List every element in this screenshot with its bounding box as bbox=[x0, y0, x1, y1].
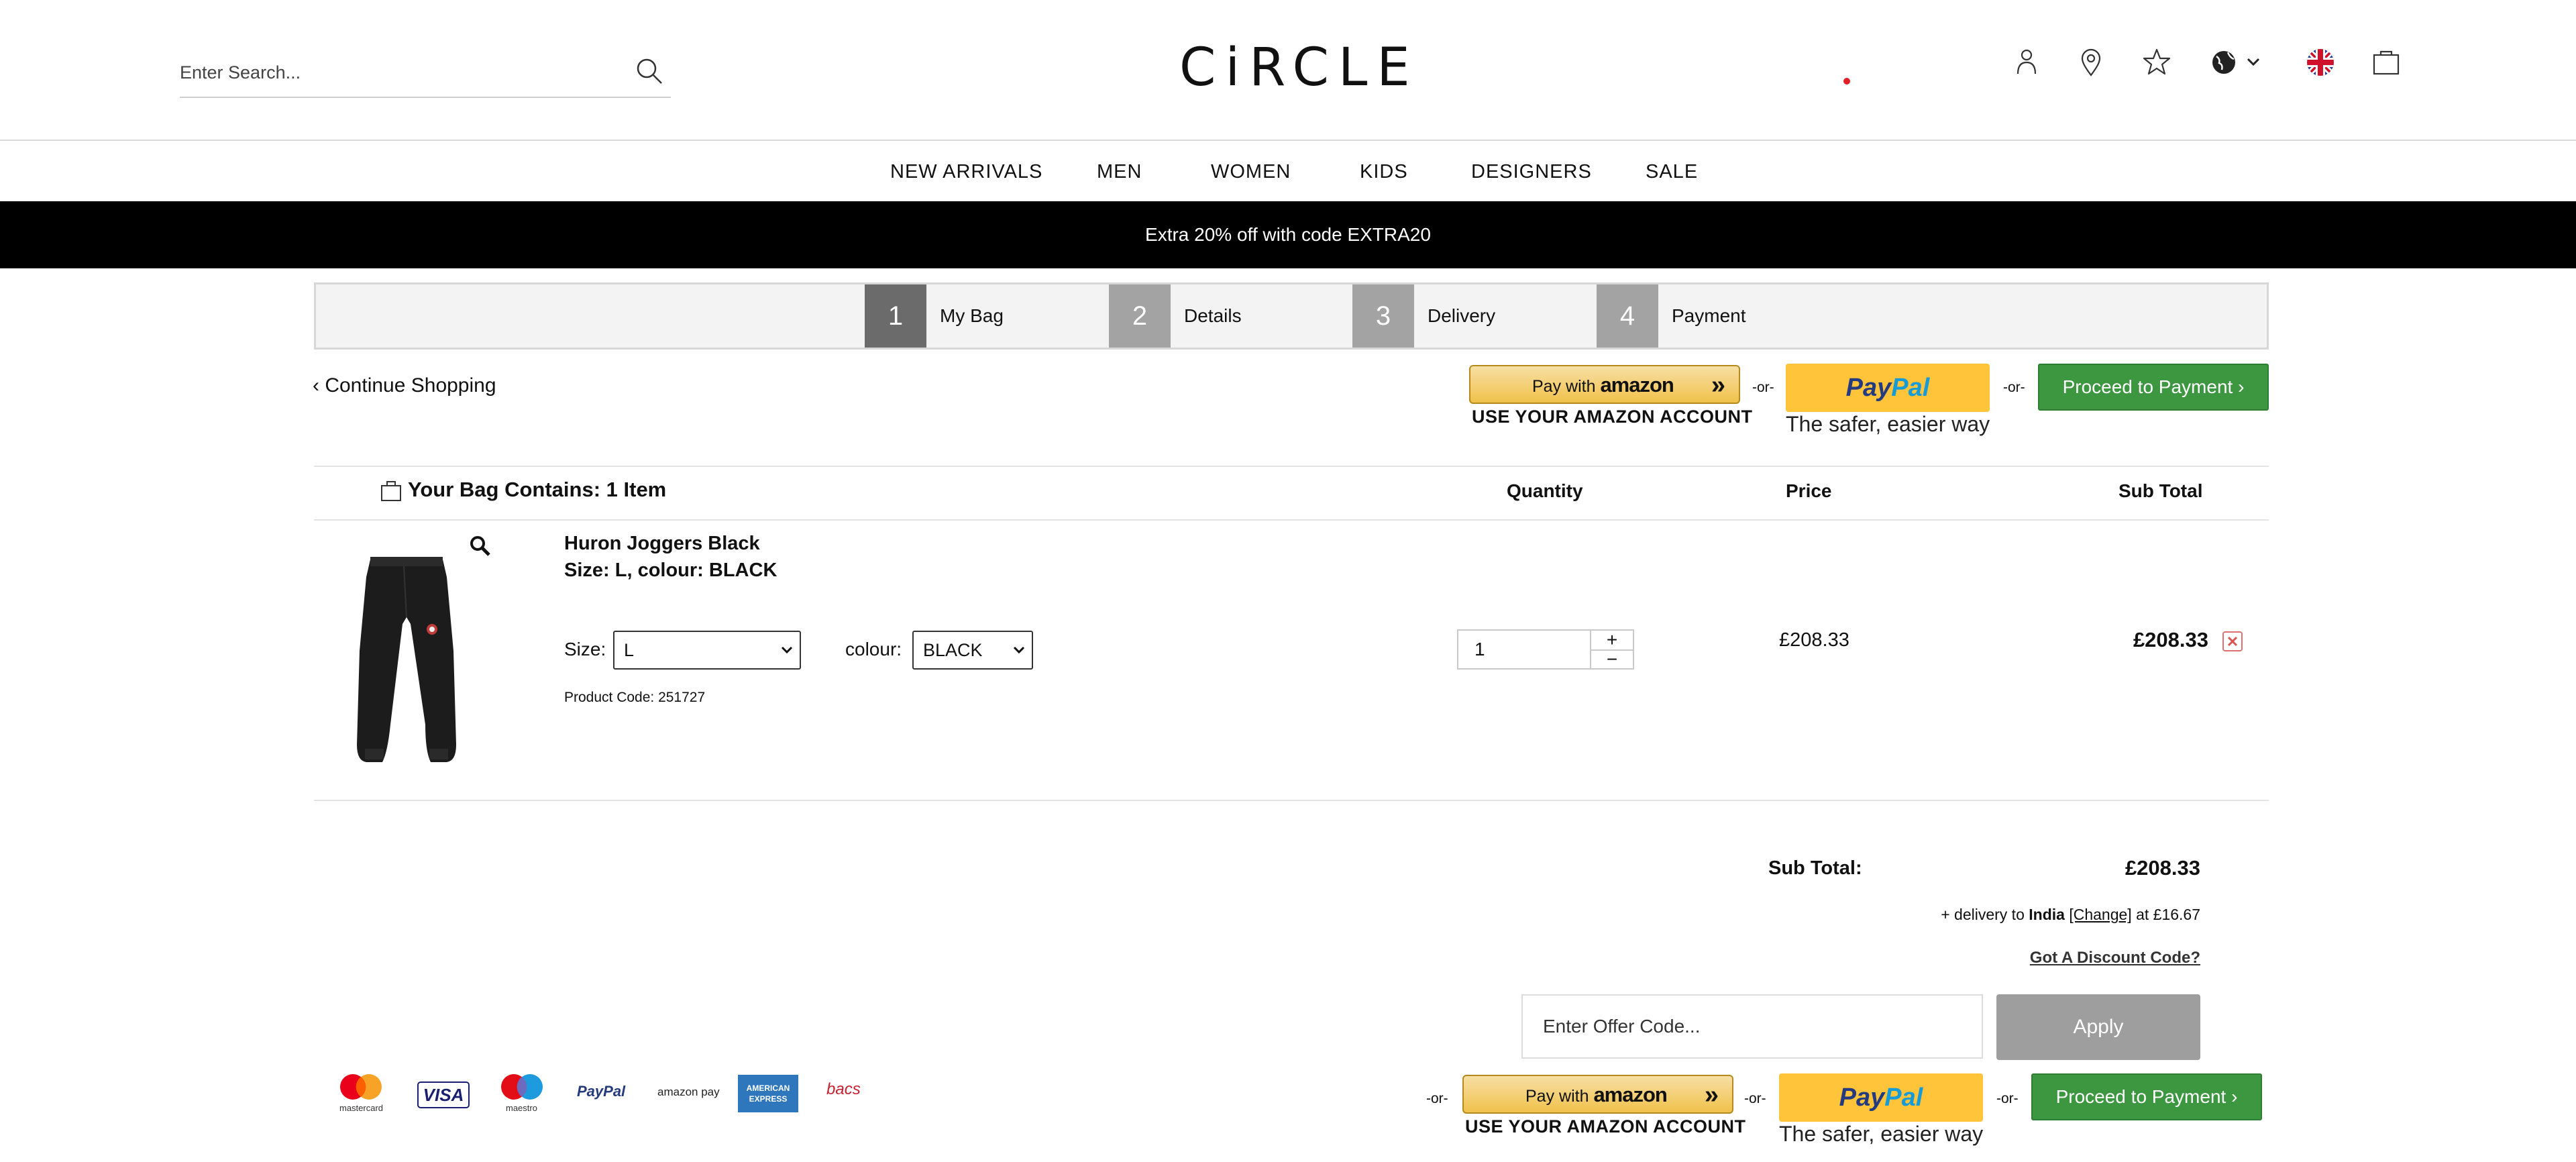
step-number: 2 bbox=[1109, 284, 1171, 348]
chevron-down-icon bbox=[1013, 646, 1025, 654]
subtotal-value: £208.33 bbox=[2125, 856, 2200, 880]
delivery-country: India bbox=[2029, 906, 2065, 923]
amazon-pay-button-top[interactable]: Pay with amazon » bbox=[1469, 365, 1740, 404]
chevron-down-icon bbox=[781, 646, 793, 654]
paypal-caption-bottom: The safer, easier way bbox=[1779, 1122, 1984, 1146]
amazon-pay-logo: amazon pay bbox=[657, 1086, 720, 1098]
or-separator: -or- bbox=[1426, 1091, 1448, 1106]
double-chevron-icon: » bbox=[1711, 371, 1725, 399]
column-subtotal: Sub Total bbox=[2118, 480, 2203, 501]
amex-text-2: EXPRESS bbox=[749, 1094, 788, 1104]
size-select[interactable]: L bbox=[613, 631, 801, 670]
product-code: Product Code: 251727 bbox=[564, 690, 706, 705]
column-price: Price bbox=[1786, 480, 1832, 501]
apply-button[interactable]: Apply bbox=[1996, 994, 2200, 1060]
remove-item-icon[interactable] bbox=[2222, 631, 2243, 652]
site-logo[interactable]: CiRCLE bbox=[1179, 38, 1410, 98]
amazon-caption-top: USE YOUR AMAZON ACCOUNT bbox=[1472, 407, 1753, 427]
nav-designers[interactable]: DESIGNERS bbox=[1471, 157, 1592, 187]
delivery-info: + delivery to India [Change] at £16.67 bbox=[1941, 906, 2200, 924]
bag-icon bbox=[381, 481, 401, 501]
subtotal-label: Sub Total: bbox=[1768, 857, 1862, 879]
size-label: Size: bbox=[564, 639, 606, 659]
store-locator-icon[interactable] bbox=[2073, 44, 2109, 81]
search-icon[interactable] bbox=[633, 55, 665, 87]
step-number: 4 bbox=[1597, 284, 1658, 348]
or-separator: -or- bbox=[2003, 380, 2025, 395]
item-subtotal: £208.33 bbox=[2133, 628, 2208, 651]
step-label: Details bbox=[1184, 305, 1242, 326]
paypal-logo: PayPal bbox=[577, 1083, 626, 1100]
nav-sale[interactable]: SALE bbox=[1646, 157, 1698, 187]
bag-icon[interactable] bbox=[2368, 44, 2404, 81]
amazon-pay-label: Pay with amazon bbox=[1525, 1083, 1668, 1106]
product-image[interactable] bbox=[346, 550, 467, 772]
divider bbox=[314, 466, 2269, 467]
change-delivery-link[interactable]: [Change] bbox=[2069, 906, 2131, 923]
nav-men[interactable]: MEN bbox=[1097, 157, 1142, 187]
zoom-icon[interactable] bbox=[468, 534, 491, 557]
colour-label: colour: bbox=[845, 639, 902, 659]
step-label: Payment bbox=[1672, 305, 1746, 326]
discount-code-link[interactable]: Got A Discount Code? bbox=[2030, 949, 2200, 967]
quantity-increase-button[interactable]: + bbox=[1591, 631, 1633, 649]
region-selector[interactable] bbox=[2206, 44, 2266, 81]
delivery-prefix: + delivery to bbox=[1941, 906, 2025, 923]
paypal-button-bottom[interactable]: PayPal bbox=[1779, 1073, 1983, 1122]
nav-kids[interactable]: KIDS bbox=[1360, 157, 1408, 187]
nav-women[interactable]: WOMEN bbox=[1211, 157, 1291, 187]
amazon-pay-button-bottom[interactable]: Pay with amazon » bbox=[1462, 1075, 1733, 1114]
product-variant: Size: L, colour: BLACK bbox=[564, 560, 777, 581]
step-label: Delivery bbox=[1428, 305, 1496, 326]
size-select-value: L bbox=[624, 640, 635, 660]
quantity-decrease-button[interactable]: − bbox=[1591, 650, 1633, 669]
item-price: £208.33 bbox=[1779, 629, 1849, 651]
offer-code-input[interactable] bbox=[1521, 994, 1983, 1059]
or-separator: -or- bbox=[1744, 1091, 1766, 1106]
quantity-stepper: 1 + − bbox=[1457, 629, 1634, 670]
column-quantity: Quantity bbox=[1507, 480, 1583, 501]
search-bar bbox=[180, 48, 671, 98]
globe-icon bbox=[2212, 51, 2235, 74]
proceed-to-payment-button-bottom[interactable]: Proceed to Payment › bbox=[2031, 1073, 2262, 1120]
paypal-caption-top: The safer, easier way bbox=[1786, 412, 1990, 436]
step-number: 3 bbox=[1352, 284, 1414, 348]
maestro-text: maestro bbox=[506, 1103, 537, 1113]
continue-shopping-link[interactable]: ‹ Continue Shopping bbox=[313, 374, 496, 397]
divider bbox=[314, 800, 2269, 801]
step-label: My Bag bbox=[940, 305, 1004, 326]
or-separator: -or- bbox=[1996, 1091, 2019, 1106]
double-chevron-icon: » bbox=[1704, 1081, 1719, 1109]
notification-dot bbox=[1843, 78, 1850, 85]
step-number: 1 bbox=[865, 284, 926, 348]
account-icon[interactable] bbox=[2008, 44, 2045, 81]
amex-text-1: AMERICAN bbox=[746, 1084, 790, 1093]
site-header: CiRCLE bbox=[0, 0, 2576, 141]
or-separator: -or- bbox=[1752, 380, 1774, 395]
main-nav: NEW ARRIVALS MEN WOMEN KIDS DESIGNERS SA… bbox=[0, 142, 2576, 201]
colour-select-value: BLACK bbox=[923, 640, 983, 660]
delivery-cost: at £16.67 bbox=[2136, 906, 2200, 923]
product-name[interactable]: Huron Joggers Black bbox=[564, 533, 760, 555]
amazon-caption-bottom: USE YOUR AMAZON ACCOUNT bbox=[1465, 1116, 1746, 1137]
bag-heading: Your Bag Contains: 1 Item bbox=[408, 478, 667, 501]
quantity-input[interactable]: 1 bbox=[1474, 631, 1485, 668]
wishlist-icon[interactable] bbox=[2139, 44, 2175, 81]
amex-logo: AMERICAN EXPRESS bbox=[738, 1075, 798, 1112]
amazon-pay-label: Pay with amazon bbox=[1532, 373, 1674, 397]
colour-select[interactable]: BLACK bbox=[912, 631, 1033, 670]
mastercard-text: mastercard bbox=[339, 1103, 384, 1113]
divider bbox=[314, 519, 2269, 521]
uk-flag-icon[interactable] bbox=[2302, 44, 2339, 81]
promo-banner[interactable]: Extra 20% off with code EXTRA20 bbox=[0, 201, 2576, 268]
paypal-button-top[interactable]: PayPal bbox=[1786, 364, 1990, 412]
checkout-steps: 1 My Bag 2 Details 3 Delivery 4 Payment bbox=[314, 282, 2269, 350]
bacs-logo: bacs bbox=[826, 1080, 861, 1098]
chevron-down-icon bbox=[2247, 58, 2260, 66]
search-input[interactable] bbox=[180, 54, 609, 91]
proceed-to-payment-button-top[interactable]: Proceed to Payment › bbox=[2038, 364, 2269, 411]
nav-new-arrivals[interactable]: NEW ARRIVALS bbox=[890, 157, 1042, 187]
visa-logo: VISA bbox=[417, 1081, 470, 1108]
